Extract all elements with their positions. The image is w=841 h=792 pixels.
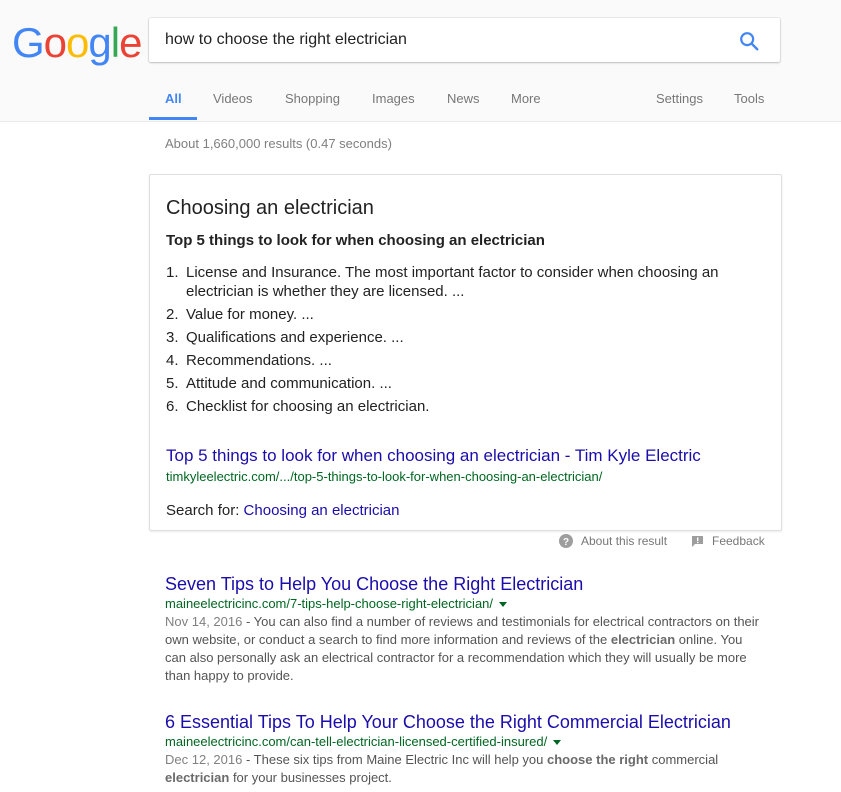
chevron-down-icon[interactable] <box>553 740 562 746</box>
tab-tools[interactable]: Tools <box>734 91 764 106</box>
logo-letter: G <box>12 19 45 66</box>
feedback-label: Feedback <box>712 534 765 548</box>
tab-more[interactable]: More <box>511 91 541 106</box>
tab-images[interactable]: Images <box>372 91 415 106</box>
result-url: maineelectricinc.com/7-tips-help-choose-… <box>165 595 765 613</box>
result-url: maineelectricinc.com/can-tell-electricia… <box>165 733 765 751</box>
snippet-highlight: electrician <box>610 632 676 647</box>
list-text: License and Insurance. The most importan… <box>186 264 719 300</box>
snippet-text: - These six tips from Maine Electric Inc… <box>242 752 547 767</box>
list-number: 6. <box>166 398 179 415</box>
featured-list: 1. License and Insurance. The most import… <box>166 263 756 420</box>
snippet-highlight: choose the right <box>547 752 649 767</box>
list-item: 4. Recommendations. ... <box>166 351 756 370</box>
list-number: 4. <box>166 352 179 369</box>
list-number: 3. <box>166 329 179 346</box>
list-item: 3. Qualifications and experience. ... <box>166 328 756 347</box>
list-number: 2. <box>166 306 179 323</box>
search-for-link[interactable]: Choosing an electrician <box>244 502 400 519</box>
result-title-link[interactable]: Seven Tips to Help You Choose the Right … <box>165 573 765 595</box>
result-snippet: Dec 12, 2016 - These six tips from Maine… <box>165 751 765 787</box>
search-icon[interactable] <box>738 30 760 52</box>
featured-snippet: Choosing an electrician Top 5 things to … <box>149 174 782 531</box>
active-tab-indicator <box>149 117 197 120</box>
tab-videos[interactable]: Videos <box>213 91 253 106</box>
list-text: Qualifications and experience. ... <box>186 329 404 346</box>
tab-all[interactable]: All <box>165 91 182 106</box>
featured-title: Choosing an electrician <box>166 197 374 219</box>
list-text: Checklist for choosing an electrician. <box>186 398 430 415</box>
result-date: Dec 12, 2016 <box>165 752 243 767</box>
svg-text:?: ? <box>563 537 569 548</box>
logo-letter: l <box>110 19 120 66</box>
logo-letter: e <box>119 19 142 66</box>
search-input[interactable]: how to choose the right electrician <box>165 31 407 49</box>
snippet-text: for your businesses project. <box>229 770 392 785</box>
search-result: 6 Essential Tips To Help Your Choose the… <box>165 711 765 787</box>
google-logo[interactable]: Google <box>12 19 142 67</box>
list-number: 1. <box>166 264 179 281</box>
tab-shopping[interactable]: Shopping <box>285 91 340 106</box>
snippet-highlight: electrician <box>165 770 230 785</box>
list-item: 5. Attitude and communication. ... <box>166 374 756 393</box>
list-text: Value for money. ... <box>186 306 314 323</box>
result-stats: About 1,660,000 results (0.47 seconds) <box>165 136 392 151</box>
list-text: Recommendations. ... <box>186 352 332 369</box>
list-number: 5. <box>166 375 179 392</box>
list-item: 1. License and Insurance. The most import… <box>166 263 756 301</box>
list-item: 2. Value for money. ... <box>166 305 756 324</box>
logo-letter: o <box>66 19 89 66</box>
list-text: Attitude and communication. ... <box>186 375 392 392</box>
featured-source-link[interactable]: Top 5 things to look for when choosing a… <box>166 446 701 466</box>
result-snippet: Nov 14, 2016 - You can also find a numbe… <box>165 613 765 685</box>
about-this-result-label: About this result <box>581 534 668 548</box>
header-bar: Google how to choose the right electrici… <box>0 0 841 122</box>
about-this-result[interactable]: ? About this result <box>559 534 667 548</box>
featured-subtitle: Top 5 things to look for when choosing a… <box>166 232 545 249</box>
list-item: 6. Checklist for choosing an electrician. <box>166 397 756 416</box>
logo-letter: o <box>43 19 67 66</box>
featured-source-url: timkyleelectric.com/.../top-5-things-to-… <box>166 469 603 484</box>
search-for-label: Search for: <box>166 502 240 519</box>
result-date: Nov 14, 2016 <box>165 614 243 629</box>
search-for-row: Search for: Choosing an electrician <box>166 502 399 519</box>
chevron-down-icon[interactable] <box>499 602 508 608</box>
result-url-text: maineelectricinc.com/7-tips-help-choose-… <box>165 596 494 611</box>
snippet-text: commercial <box>648 752 719 767</box>
tab-settings[interactable]: Settings <box>656 91 703 106</box>
tab-news[interactable]: News <box>447 91 480 106</box>
search-result: Seven Tips to Help You Choose the Right … <box>165 573 765 685</box>
search-box[interactable]: how to choose the right electrician <box>149 18 780 62</box>
result-url-text: maineelectricinc.com/can-tell-electricia… <box>165 734 548 749</box>
feedback-link[interactable]: Feedback <box>691 534 765 548</box>
result-title-link[interactable]: 6 Essential Tips To Help Your Choose the… <box>165 711 765 733</box>
help-icon: ? <box>559 534 573 548</box>
feedback-icon <box>692 535 703 547</box>
logo-letter: g <box>88 19 111 66</box>
